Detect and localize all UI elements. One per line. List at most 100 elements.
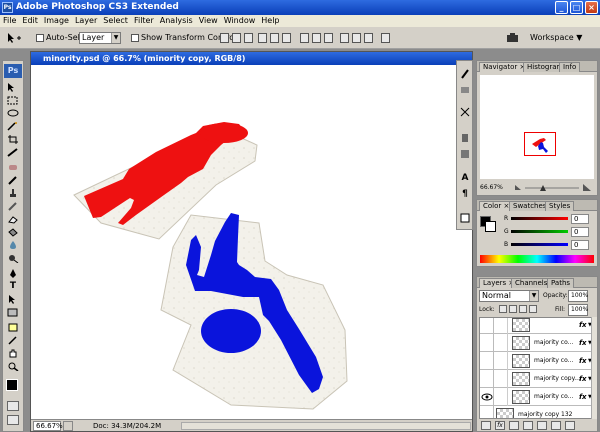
lock-pixels-icon[interactable] [509, 305, 517, 313]
layer-row[interactable]: majority co... fx ▼ [480, 334, 594, 352]
red-slider[interactable] [511, 217, 568, 220]
align-right-icon[interactable] [282, 33, 291, 43]
eyedropper-tool-icon[interactable] [7, 336, 19, 345]
background-color-swatch[interactable] [485, 221, 496, 232]
distribute-right-icon[interactable] [364, 33, 373, 43]
menu-window[interactable]: Window [221, 15, 259, 27]
close-button[interactable]: × [585, 1, 598, 14]
menu-filter[interactable]: Filter [131, 15, 157, 27]
green-value-field[interactable]: 0 [571, 227, 589, 237]
canvas[interactable] [31, 65, 472, 419]
shape-tool-icon[interactable] [7, 308, 19, 317]
quick-mask-icon[interactable] [7, 401, 19, 411]
tab-styles[interactable]: Styles [545, 201, 575, 211]
tab-info[interactable]: Info [559, 62, 581, 72]
add-mask-icon[interactable] [509, 421, 519, 430]
red-value-field[interactable]: 0 [571, 214, 589, 224]
layer-row[interactable]: fx ▼ [480, 318, 594, 334]
layer-row[interactable]: majority co... fx ▼ [480, 352, 594, 370]
horizontal-scrollbar[interactable] [181, 422, 471, 430]
pen-tool-icon[interactable] [7, 269, 19, 278]
align-hcenter-icon[interactable] [270, 33, 279, 43]
layer-comps-panel-icon[interactable] [460, 213, 470, 223]
lock-position-icon[interactable] [519, 305, 527, 313]
new-layer-icon[interactable] [551, 421, 561, 430]
opacity-field[interactable]: 100% [568, 290, 588, 302]
screen-mode-icon[interactable] [7, 415, 19, 425]
bridge-icon[interactable] [506, 32, 520, 44]
blend-mode-dropdown[interactable]: Normal ▼ [479, 290, 539, 302]
workspace-button[interactable]: Workspace ▼ [530, 33, 582, 42]
healing-brush-tool-icon[interactable] [7, 163, 19, 172]
menu-file[interactable]: File [0, 15, 19, 27]
blue-value-field[interactable]: 0 [571, 240, 589, 250]
lock-transparency-icon[interactable] [499, 305, 507, 313]
notes-tool-icon[interactable] [7, 323, 19, 332]
magic-wand-tool-icon[interactable] [7, 122, 19, 131]
distribute-left-icon[interactable] [340, 33, 349, 43]
distribute-hcenter-icon[interactable] [352, 33, 361, 43]
tab-paths[interactable]: Paths [547, 278, 575, 288]
paint-bucket-tool-icon[interactable] [7, 228, 19, 237]
tool-presets-panel-icon[interactable] [460, 85, 470, 95]
character-panel-icon[interactable]: A [460, 173, 470, 183]
lock-all-icon[interactable] [529, 305, 537, 313]
tab-channels[interactable]: Channels [511, 278, 552, 288]
add-style-icon[interactable]: fx [495, 421, 505, 430]
fill-field[interactable]: 100% [568, 304, 588, 316]
menu-select[interactable]: Select [100, 15, 131, 27]
navigator-preview[interactable] [480, 75, 594, 179]
path-selection-tool-icon[interactable] [7, 295, 19, 304]
tab-navigator[interactable]: Navigator × [479, 62, 530, 72]
auto-align-icon[interactable] [381, 33, 390, 43]
color-spectrum-ramp[interactable] [480, 255, 594, 263]
layers-scrollbar[interactable] [591, 317, 597, 419]
eraser-tool-icon[interactable] [7, 215, 19, 224]
visibility-toggle[interactable] [480, 334, 494, 352]
visibility-toggle[interactable] [480, 352, 494, 370]
menu-image[interactable]: Image [41, 15, 72, 27]
fx-icon[interactable]: fx [579, 388, 587, 406]
maximize-button[interactable]: □ [570, 1, 583, 14]
visibility-toggle[interactable] [480, 406, 494, 418]
clone-source-panel-icon[interactable] [460, 107, 470, 117]
slice-tool-icon[interactable] [7, 148, 19, 157]
menu-analysis[interactable]: Analysis [157, 15, 196, 27]
actions-panel-icon[interactable] [460, 149, 470, 159]
clone-stamp-tool-icon[interactable] [7, 189, 19, 198]
history-panel-icon[interactable] [460, 133, 470, 143]
menu-layer[interactable]: Layer [72, 15, 100, 27]
type-tool-icon[interactable]: T [7, 282, 19, 291]
move-tool-icon[interactable] [6, 32, 22, 44]
blue-slider[interactable] [511, 243, 568, 246]
menu-edit[interactable]: Edit [19, 15, 41, 27]
layer-row[interactable]: majority copy... fx ▼ [480, 370, 594, 388]
paragraph-panel-icon[interactable]: ¶ [460, 189, 470, 199]
blur-tool-icon[interactable] [7, 241, 19, 250]
visibility-toggle[interactable] [480, 388, 494, 406]
green-slider[interactable] [511, 230, 568, 233]
brushes-panel-icon[interactable] [460, 69, 470, 79]
fx-icon[interactable]: fx [579, 370, 587, 388]
menu-help[interactable]: Help [258, 15, 282, 27]
trash-icon[interactable] [565, 421, 575, 430]
minimize-button[interactable]: _ [555, 1, 568, 14]
auto-select-checkbox[interactable] [36, 34, 44, 42]
distribute-vcenter-icon[interactable] [312, 33, 321, 43]
link-layers-icon[interactable] [481, 421, 491, 430]
hand-tool-icon[interactable] [7, 349, 19, 358]
fx-icon[interactable]: fx [579, 318, 587, 334]
marquee-tool-icon[interactable] [7, 96, 19, 105]
layer-row[interactable]: majority co... fx ▼ [480, 388, 594, 406]
move-tool-icon[interactable] [7, 83, 19, 92]
distribute-top-icon[interactable] [300, 33, 309, 43]
visibility-toggle[interactable] [480, 370, 494, 388]
zoom-tool-icon[interactable] [7, 362, 19, 371]
status-menu-icon[interactable] [63, 421, 73, 431]
history-brush-tool-icon[interactable] [7, 202, 19, 211]
auto-select-dropdown[interactable]: Layer ▼ [79, 32, 121, 44]
align-top-icon[interactable] [220, 33, 229, 43]
show-transform-checkbox[interactable] [131, 34, 139, 42]
new-group-icon[interactable] [537, 421, 547, 430]
lasso-tool-icon[interactable] [7, 109, 19, 118]
